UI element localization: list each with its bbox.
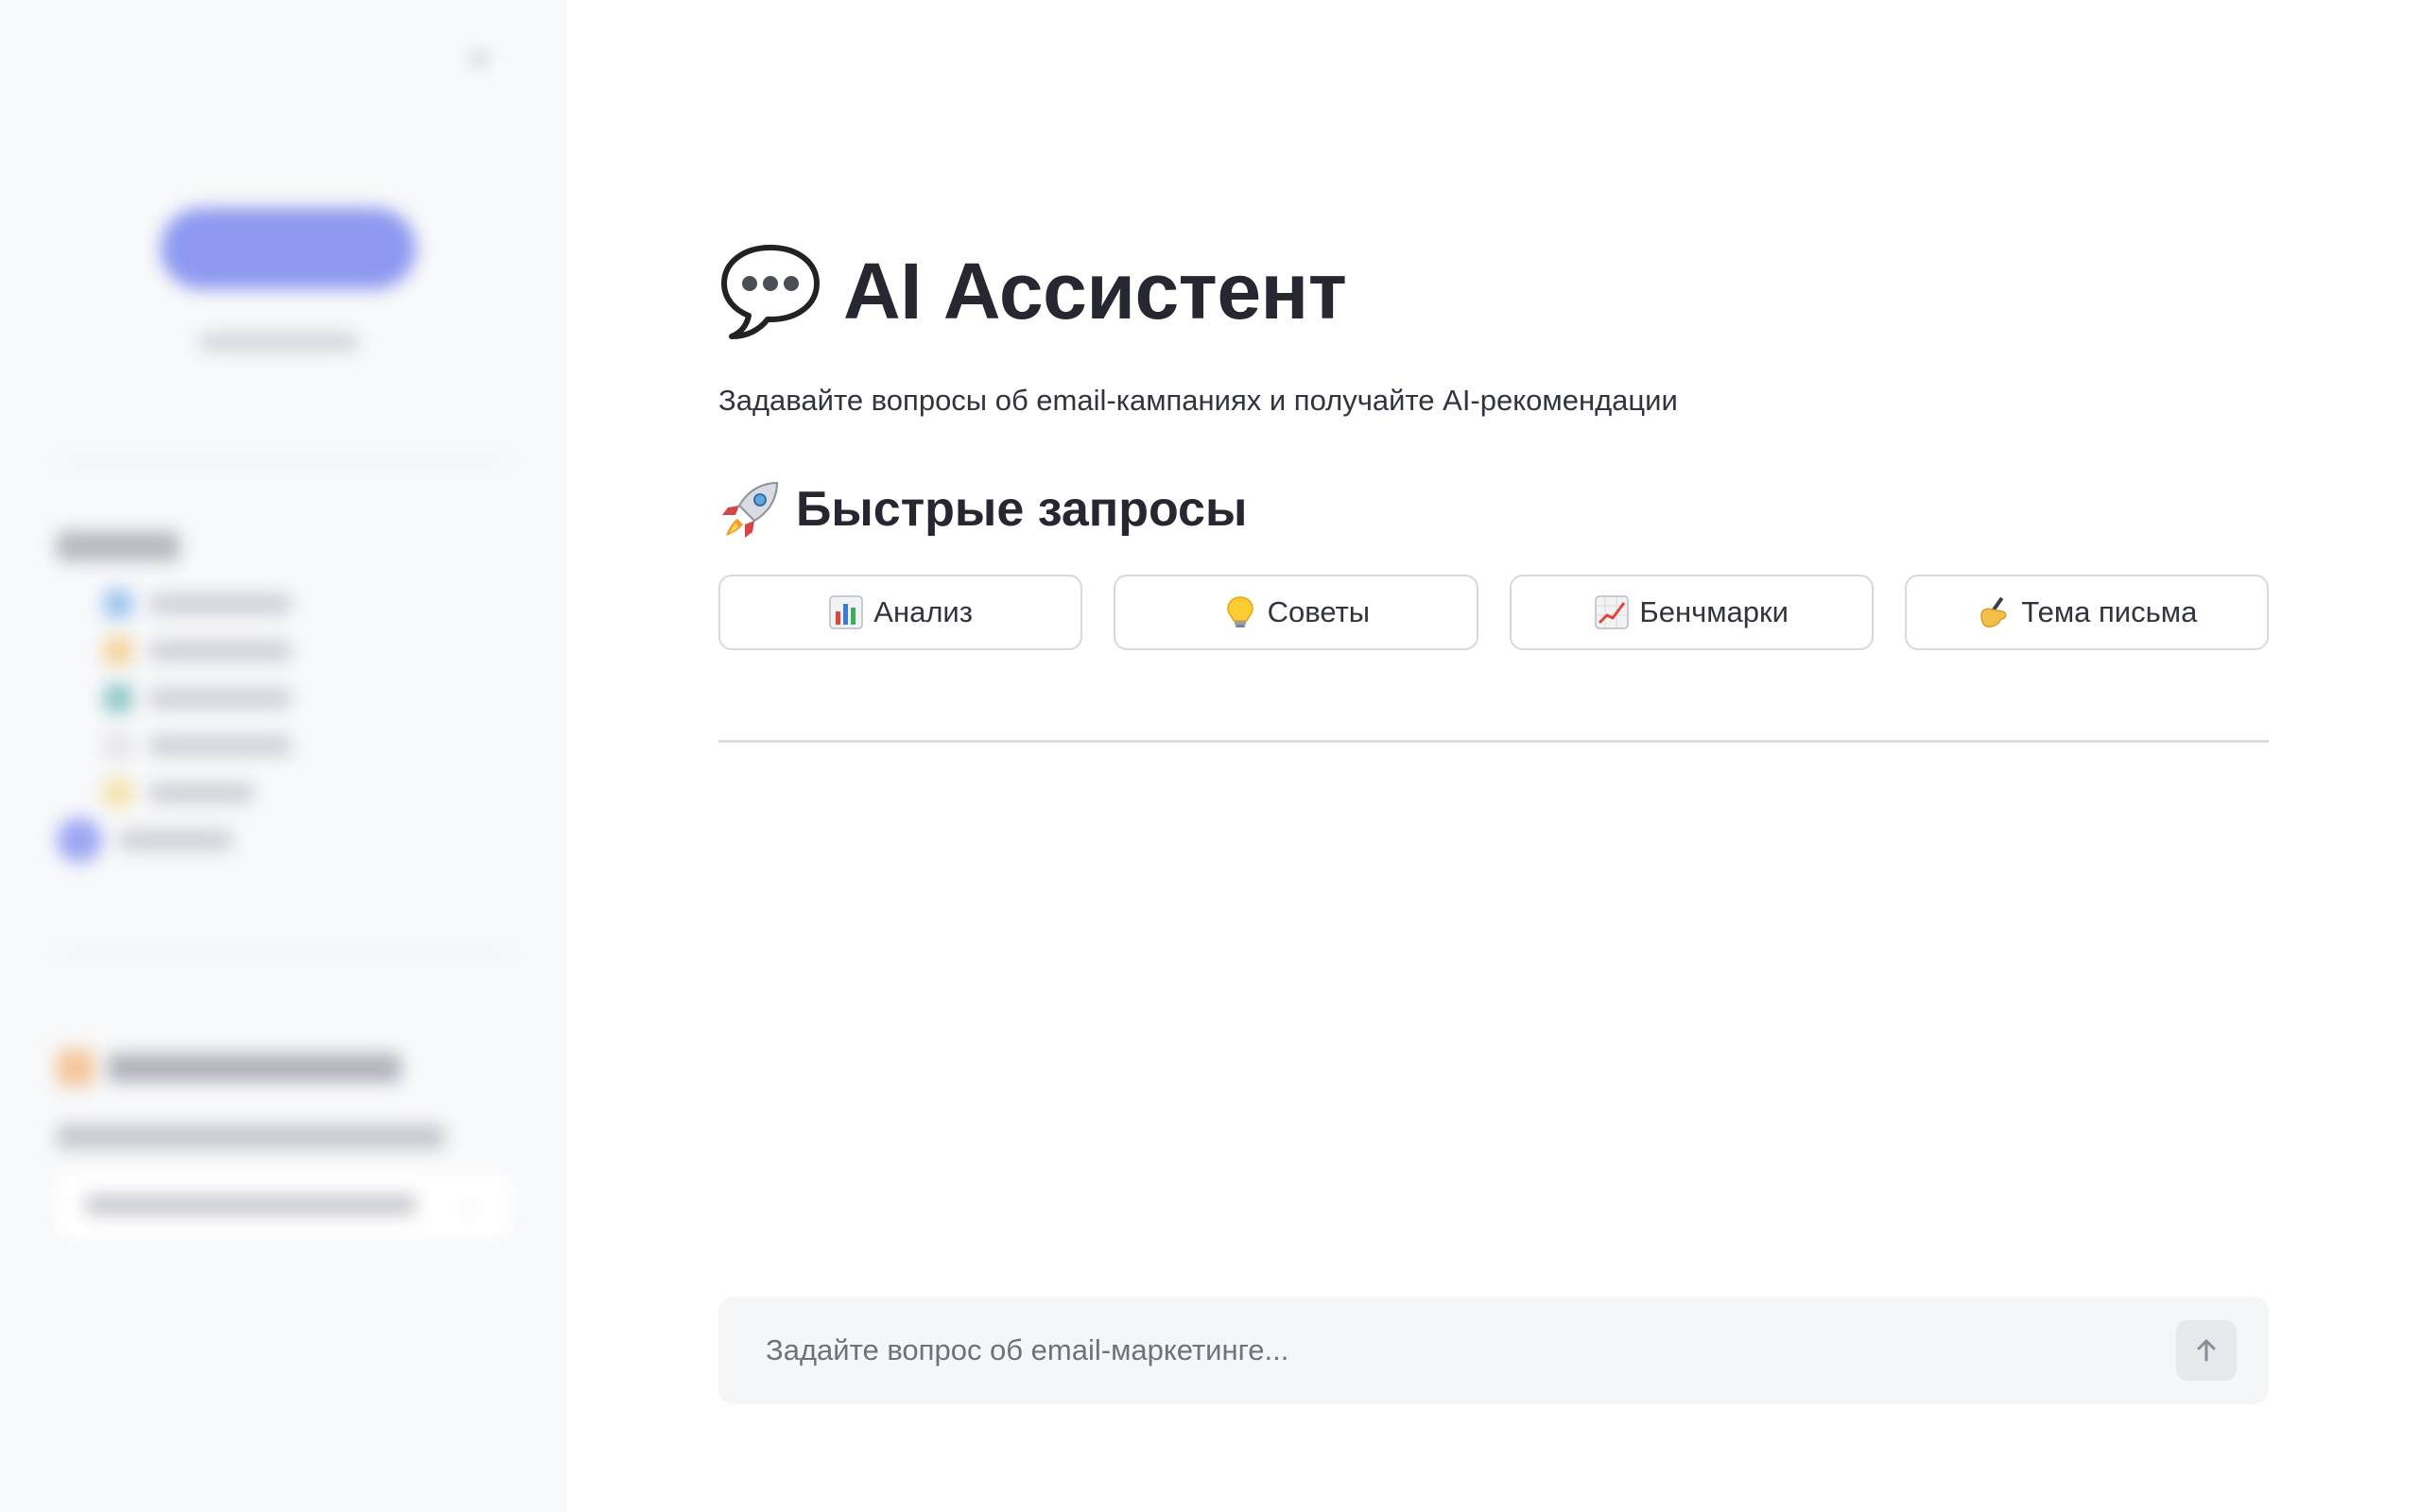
light-bulb-icon [1226, 596, 1253, 627]
sidebar-collapse-button[interactable]: « [463, 42, 495, 74]
sidebar-section-title [57, 1049, 406, 1087]
quick-button-label: Бенчмарки [1639, 595, 1789, 628]
sidebar-item[interactable] [57, 675, 340, 722]
page-title: AI Ассистент [718, 242, 1347, 340]
chat-input-container [718, 1297, 2269, 1404]
nav-item-label [149, 688, 291, 709]
trend-up-chart-icon [1595, 595, 1630, 629]
app-root: « ⌄ AI Ассистент Задавайте вопросы об em… [0, 0, 2420, 1512]
nav-item-label [149, 782, 253, 803]
sidebar-item-active[interactable] [57, 816, 340, 864]
sidebar-divider [57, 953, 510, 954]
bar-chart-icon [829, 595, 864, 629]
sidebar-blurred-content: « ⌄ [0, 0, 567, 1512]
quick-requests-row: Анализ Советы Бенчмарки Тема письма [718, 575, 2269, 650]
divider [718, 740, 2269, 743]
quick-button-label: Тема письма [2021, 595, 2198, 628]
nav-item-icon [104, 684, 132, 713]
sidebar-nav [57, 580, 340, 864]
quick-button-tips[interactable]: Советы [1114, 575, 1478, 650]
nav-item-label [149, 593, 291, 614]
quick-requests-title-text: Быстрые запросы [796, 482, 1248, 537]
section-icon [57, 1049, 95, 1087]
writing-hand-icon [1980, 597, 2007, 627]
sidebar-logo [161, 208, 416, 289]
nav-item-label [149, 735, 291, 756]
quick-button-subject-line[interactable]: Тема письма [1904, 575, 2269, 650]
nav-item-icon [104, 731, 132, 760]
sidebar-item[interactable] [57, 722, 340, 769]
send-button[interactable] [2176, 1320, 2237, 1381]
arrow-up-icon [2197, 1339, 2216, 1362]
rocket-icon [722, 481, 779, 538]
nav-item-icon [104, 779, 132, 807]
quick-button-benchmarks[interactable]: Бенчмарки [1509, 575, 1874, 650]
sidebar-select-value [85, 1194, 416, 1215]
quick-button-analysis[interactable]: Анализ [718, 575, 1083, 650]
section-label [108, 1054, 401, 1082]
quick-button-label: Анализ [873, 595, 973, 628]
chevron-down-icon: ⌄ [459, 1193, 477, 1216]
sidebar-select[interactable]: ⌄ [57, 1172, 510, 1238]
quick-requests-title: Быстрые запросы [718, 477, 1247, 541]
sidebar-divider [57, 459, 510, 461]
quick-button-label: Советы [1267, 595, 1371, 628]
nav-item-label [119, 830, 233, 850]
main-content: AI Ассистент Задавайте вопросы об email-… [567, 0, 2420, 1512]
sidebar-item[interactable] [57, 769, 340, 816]
sidebar: « ⌄ [0, 0, 567, 1512]
sidebar-field-label [57, 1125, 444, 1149]
page-subtitle: Задавайте вопросы об email-кампаниях и п… [718, 384, 1678, 417]
chat-input[interactable] [766, 1333, 2176, 1367]
nav-item-label [149, 641, 291, 662]
sidebar-nav-title [57, 531, 180, 561]
nav-item-icon [57, 817, 102, 863]
sidebar-item[interactable] [57, 580, 340, 627]
sidebar-item[interactable] [57, 627, 340, 675]
page-title-text: AI Ассистент [843, 246, 1347, 335]
speech-bubble-icon [721, 245, 820, 339]
sidebar-logo-caption [199, 333, 359, 352]
nav-item-icon [104, 637, 132, 665]
nav-item-icon [104, 590, 132, 618]
